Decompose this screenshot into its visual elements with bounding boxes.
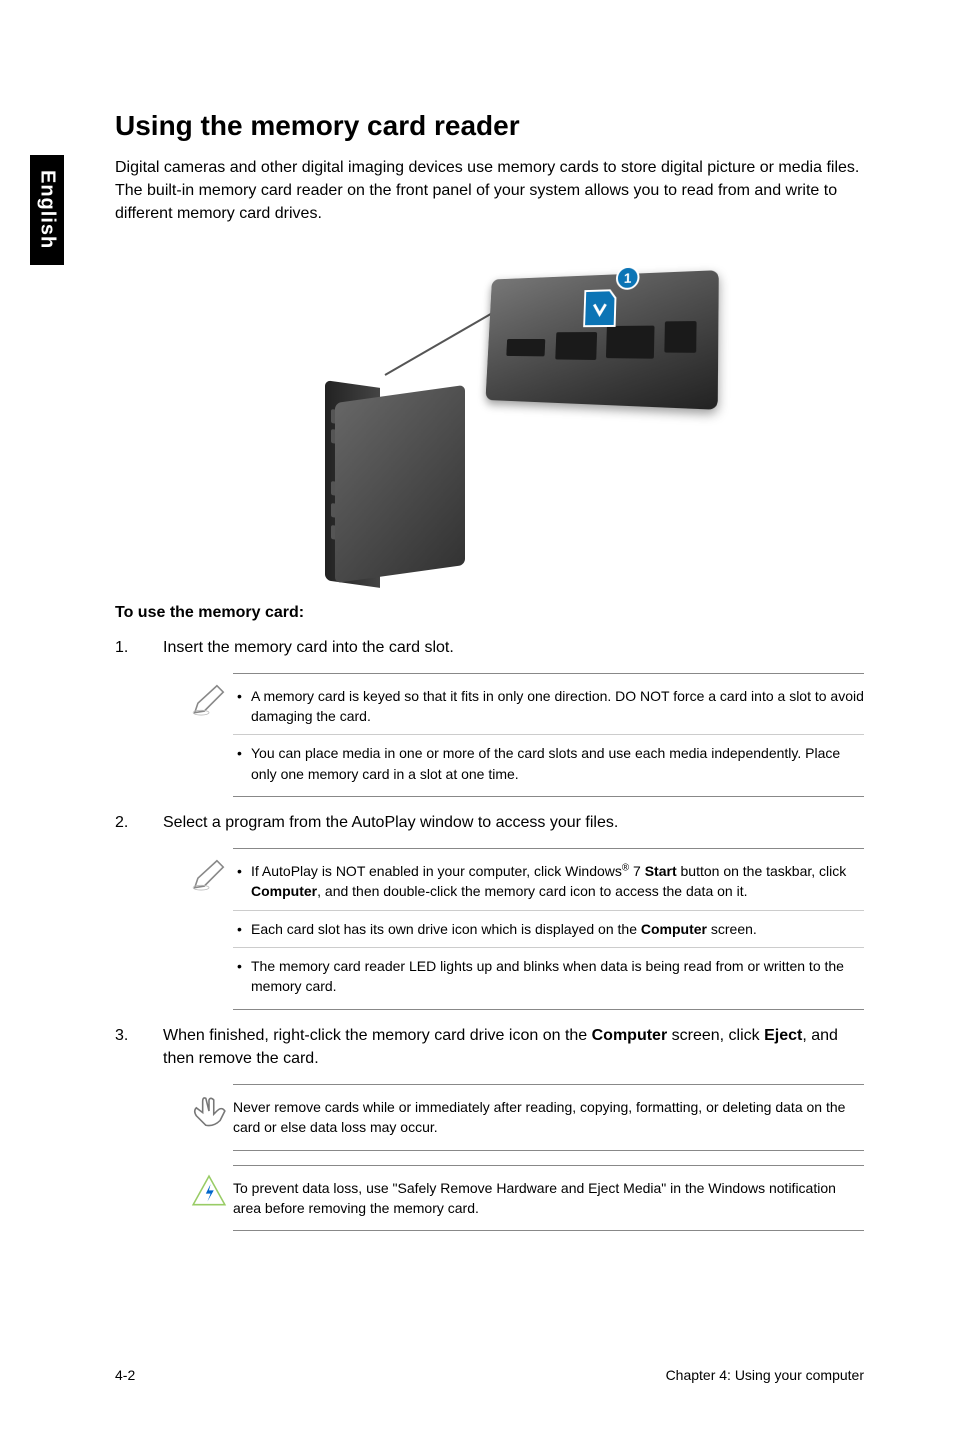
chapter-label: Chapter 4: Using your computer bbox=[666, 1367, 864, 1383]
page-number: 4-2 bbox=[115, 1367, 135, 1383]
note4-text: To prevent data loss, use "Safely Remove… bbox=[233, 1174, 864, 1223]
step-text: Select a program from the AutoPlay windo… bbox=[163, 811, 864, 834]
step-number: 1. bbox=[115, 636, 163, 659]
card-reader-figure: 1 bbox=[255, 244, 725, 574]
step-text: When finished, right-click the memory ca… bbox=[163, 1024, 864, 1070]
note2-item2: Each card slot has its own drive icon wh… bbox=[233, 910, 864, 943]
note1-item2: You can place media in one or more of th… bbox=[233, 734, 864, 788]
pencil-icon bbox=[185, 848, 233, 1009]
page-footer: 4-2 Chapter 4: Using your computer bbox=[115, 1367, 864, 1383]
card-reader-panel-zoom: 1 bbox=[485, 270, 718, 410]
steps-heading: To use the memory card: bbox=[115, 604, 864, 622]
caution-bolt-icon bbox=[185, 1165, 233, 1232]
step-3: 3. When finished, right-click the memory… bbox=[115, 1024, 864, 1070]
note-block-1: A memory card is keyed so that it fits i… bbox=[185, 673, 864, 797]
step-number: 3. bbox=[115, 1024, 163, 1070]
note2-item3: The memory card reader LED lights up and… bbox=[233, 947, 864, 1001]
note3-text: Never remove cards while or immediately … bbox=[233, 1093, 864, 1142]
section-heading: Using the memory card reader bbox=[115, 110, 864, 142]
note-block-4: To prevent data loss, use "Safely Remove… bbox=[185, 1165, 864, 1232]
step-2: 2. Select a program from the AutoPlay wi… bbox=[115, 811, 864, 834]
step-text: Insert the memory card into the card slo… bbox=[163, 636, 864, 659]
hand-icon bbox=[185, 1084, 233, 1151]
step-1: 1. Insert the memory card into the card … bbox=[115, 636, 864, 659]
pencil-icon bbox=[185, 673, 233, 797]
pc-tower-side bbox=[335, 384, 465, 582]
intro-paragraph: Digital cameras and other digital imagin… bbox=[115, 156, 864, 226]
note1-item1: A memory card is keyed so that it fits i… bbox=[233, 682, 864, 731]
sd-card-icon bbox=[576, 285, 625, 335]
note2-item1: If AutoPlay is NOT enabled in your compu… bbox=[233, 857, 864, 906]
step-number: 2. bbox=[115, 811, 163, 834]
note-block-3: Never remove cards while or immediately … bbox=[185, 1084, 864, 1151]
note-block-2: If AutoPlay is NOT enabled in your compu… bbox=[185, 848, 864, 1009]
language-tab: English bbox=[30, 155, 64, 265]
